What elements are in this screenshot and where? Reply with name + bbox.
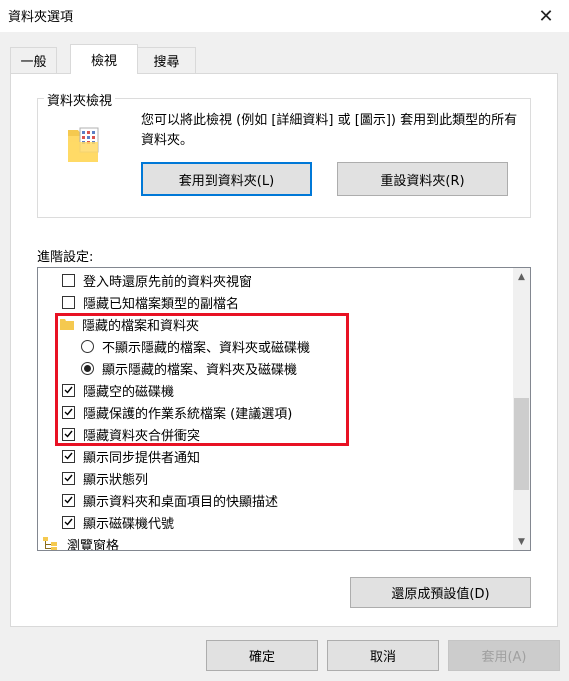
checkbox[interactable]: [62, 449, 75, 463]
list-item[interactable]: 不顯示隱藏的檔案、資料夾或磁碟機: [81, 335, 310, 357]
close-icon: ✕: [538, 5, 554, 27]
scroll-up-button[interactable]: ▲: [513, 268, 530, 285]
list-item[interactable]: 顯示狀態列: [62, 467, 148, 489]
title-bar: 資料夾選項 ✕: [0, 0, 569, 32]
checkbox[interactable]: [62, 515, 75, 529]
ok-button[interactable]: 確定: [206, 640, 318, 671]
list-item[interactable]: 隱藏保護的作業系統檔案 (建議選項): [62, 401, 292, 423]
checkmark-icon: [64, 496, 73, 504]
folder-icon: [60, 319, 74, 330]
scroll-thumb[interactable]: [514, 398, 529, 490]
checkmark-icon: [64, 386, 73, 394]
list-item: 瀏覽窗格: [43, 533, 119, 550]
list-item[interactable]: 顯示隱藏的檔案、資料夾及磁碟機: [81, 357, 297, 379]
checkbox[interactable]: [62, 427, 75, 441]
tab-general[interactable]: 一般: [10, 47, 57, 73]
checkmark-icon: [64, 452, 73, 460]
scroll-down-button[interactable]: ▼: [513, 533, 530, 550]
cancel-button[interactable]: 取消: [327, 640, 439, 671]
radio-button[interactable]: [81, 339, 94, 353]
advanced-settings-label: 進階設定:: [37, 250, 94, 265]
restore-defaults-button[interactable]: 還原成預設值(D): [350, 577, 531, 608]
reset-folders-button[interactable]: 重設資料夾(R): [337, 162, 508, 196]
checkbox[interactable]: [62, 295, 75, 309]
window-title: 資料夾選項: [8, 10, 74, 25]
tab-view[interactable]: 檢視: [70, 44, 138, 74]
checkbox[interactable]: [62, 493, 75, 507]
list-item[interactable]: 隱藏資料夾合併衝突: [62, 423, 200, 445]
checkmark-icon: [64, 518, 73, 526]
checkbox[interactable]: [62, 273, 75, 287]
vertical-scrollbar[interactable]: ▲ ▼: [513, 268, 530, 550]
folder-view-icon: [68, 127, 99, 162]
navigation-pane-icon: [43, 537, 57, 550]
tab-search[interactable]: 搜尋: [137, 47, 196, 73]
list-item: 隱藏的檔案和資料夾: [60, 313, 199, 335]
list-item[interactable]: 顯示磁碟機代號: [62, 511, 174, 533]
list-item[interactable]: 顯示資料夾和桌面項目的快顯描述: [62, 489, 278, 511]
list-item[interactable]: 隱藏已知檔案類型的副檔名: [62, 291, 239, 313]
list-item[interactable]: 隱藏空的磁碟機: [62, 379, 174, 401]
chevron-down-icon: ▼: [518, 536, 525, 547]
folder-views-description: 您可以將此檢視 (例如 [詳細資料] 或 [圖示]) 套用到此類型的所有資料夾。: [141, 113, 518, 148]
checkbox[interactable]: [62, 471, 75, 485]
chevron-up-icon: ▲: [518, 271, 525, 282]
list-item[interactable]: 顯示同步提供者通知: [62, 445, 200, 467]
checkbox[interactable]: [62, 405, 75, 419]
folder-views-legend: 資料夾檢視: [44, 90, 116, 109]
list-item[interactable]: 登入時還原先前的資料夾視窗: [62, 269, 252, 291]
apply-to-folders-button[interactable]: 套用到資料夾(L): [141, 162, 312, 196]
radio-button[interactable]: [81, 361, 94, 375]
checkbox[interactable]: [62, 383, 75, 397]
apply-button[interactable]: 套用(A): [448, 640, 560, 671]
close-button[interactable]: ✕: [523, 0, 569, 32]
advanced-settings-list[interactable]: 登入時還原先前的資料夾視窗 隱藏已知檔案類型的副檔名 隱藏的檔案和資料夾 不顯示…: [37, 267, 531, 551]
checkmark-icon: [64, 474, 73, 482]
checkmark-icon: [64, 430, 73, 438]
checkmark-icon: [64, 408, 73, 416]
